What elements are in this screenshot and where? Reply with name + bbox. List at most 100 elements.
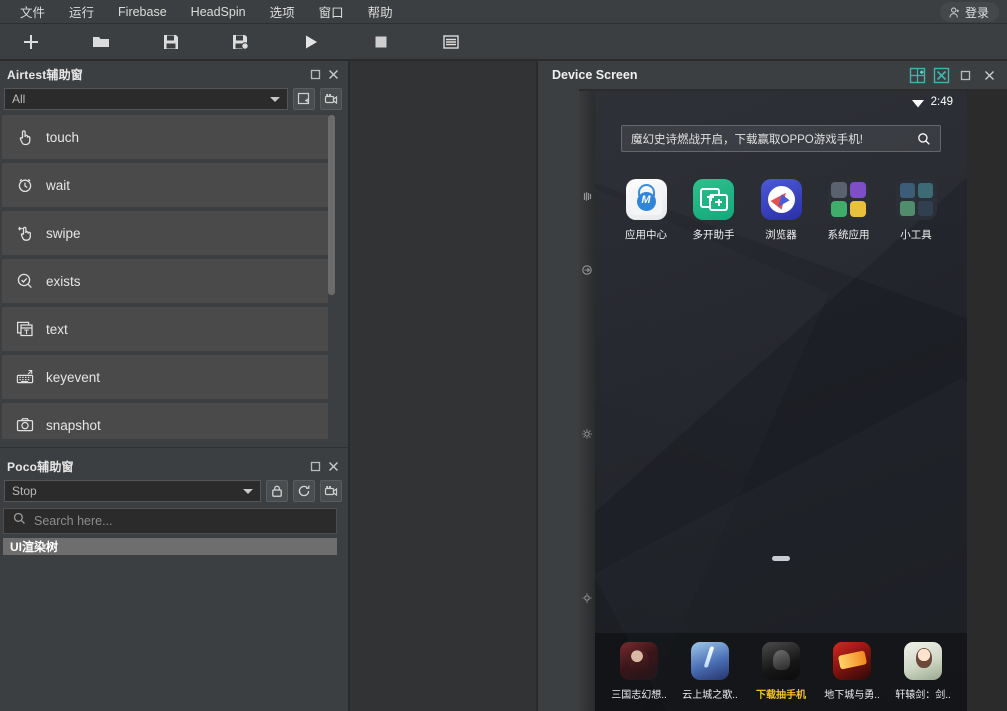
menu-item-run[interactable]: 运行	[57, 0, 106, 24]
close-icon	[328, 461, 339, 472]
poco-tree-root-row[interactable]: UI渲染树	[3, 538, 337, 555]
action-list-scroll-thumb[interactable]	[328, 115, 335, 295]
dock-item-4[interactable]: 地下城与勇..	[822, 642, 882, 701]
poco-record-button[interactable]	[320, 480, 342, 502]
login-button[interactable]: 登录	[939, 2, 999, 22]
poco-panel-title: Poco辅助窗	[7, 459, 74, 474]
airtest-panel-close-button[interactable]	[324, 65, 342, 83]
airtest-panel-float-button[interactable]	[306, 65, 324, 83]
text-window-icon	[16, 320, 34, 338]
code-editor-area[interactable]	[349, 61, 537, 711]
action-item-exists[interactable]: exists	[2, 259, 328, 303]
close-icon	[984, 70, 995, 81]
airtest-panel-header: Airtest辅助窗	[0, 61, 348, 87]
app-icon-appstore[interactable]: 应用中心	[615, 179, 677, 242]
save-as-button[interactable]	[216, 27, 266, 57]
poco-panel-header: Poco辅助窗	[0, 453, 348, 479]
touch-hand-icon	[16, 128, 34, 146]
poco-refresh-button[interactable]	[293, 480, 315, 502]
video-camera-icon	[324, 484, 338, 498]
menu-item-firebase[interactable]: Firebase	[106, 2, 179, 22]
app-store-icon	[625, 179, 667, 220]
app-icon-tools[interactable]: 小工具	[885, 179, 947, 242]
poco-tree-root-label: UI渲染树	[10, 540, 59, 554]
poco-search-input[interactable]	[34, 514, 327, 528]
airtest-record-button[interactable]	[320, 88, 342, 110]
action-item-touch[interactable]: touch	[2, 115, 328, 159]
poco-search-box[interactable]	[3, 508, 337, 534]
app-icon-browser[interactable]: 浏览器	[750, 179, 812, 242]
keyboard-icon	[16, 368, 34, 386]
device-panel-close-button[interactable]	[979, 65, 999, 85]
app-icon-multiapp[interactable]: 多开助手	[683, 179, 745, 242]
poco-panel-close-button[interactable]	[324, 457, 342, 475]
dock-item-2[interactable]: 云上城之歌..	[680, 642, 740, 701]
stop-button[interactable]	[356, 27, 406, 57]
dock-label: 云上城之歌..	[682, 690, 738, 701]
stop-icon	[374, 35, 388, 49]
volume-icon[interactable]	[580, 189, 594, 203]
action-label: exists	[46, 273, 81, 289]
device-disconnect-button[interactable]	[931, 65, 951, 85]
dock-label: 轩辕剑：剑..	[895, 690, 951, 701]
panel-splitter[interactable]	[0, 447, 348, 448]
device-add-button[interactable]	[907, 65, 927, 85]
dock-item-1[interactable]: 三国志幻想..	[609, 642, 669, 701]
poco-lock-button[interactable]	[266, 480, 288, 502]
log-view-button[interactable]	[426, 27, 476, 57]
airtest-filter-select[interactable]: All	[4, 88, 288, 110]
menu-item-window[interactable]: 窗口	[307, 0, 356, 24]
dock-item-3[interactable]: 下载抽手机	[751, 642, 811, 701]
float-window-icon	[310, 461, 321, 472]
float-window-icon	[960, 70, 971, 81]
settings-icon[interactable]	[580, 591, 594, 605]
run-button[interactable]	[286, 27, 336, 57]
airtest-screenshot-button[interactable]	[293, 88, 315, 110]
poco-panel-float-button[interactable]	[306, 457, 324, 475]
menu-item-options[interactable]: 选项	[258, 0, 307, 24]
device-search-bar[interactable]: 魔幻史诗燃战开启，下载赢取OPPO游戏手机!	[621, 125, 941, 152]
open-script-button[interactable]	[76, 27, 126, 57]
menu-item-file[interactable]: 文件	[8, 0, 57, 24]
magnifier-check-icon	[16, 272, 34, 290]
float-window-icon	[310, 69, 321, 80]
app-icon-system-apps[interactable]: 系统应用	[818, 179, 880, 242]
action-label: wait	[46, 177, 71, 193]
game-icon-xuanyuanjian	[904, 642, 942, 680]
home-page-indicator	[772, 556, 790, 561]
action-item-wait[interactable]: wait	[2, 163, 328, 207]
game-icon-dnf	[833, 642, 871, 680]
poco-panel: Poco辅助窗 Stop Search here... UI渲染树	[0, 453, 348, 711]
menu-item-help[interactable]: 帮助	[356, 0, 405, 24]
wifi-icon	[911, 97, 925, 108]
dock-item-5[interactable]: 轩辕剑：剑..	[893, 642, 953, 701]
chevron-down-icon	[270, 96, 280, 102]
back-arrow-icon[interactable]	[580, 263, 594, 277]
dock-label: 三国志幻想..	[611, 690, 667, 701]
action-label: swipe	[46, 225, 81, 241]
save-button[interactable]	[146, 27, 196, 57]
device-search-text: 魔幻史诗燃战开启，下载赢取OPPO游戏手机!	[631, 133, 863, 146]
tools-folder-icon	[895, 179, 937, 220]
device-panel-title: Device Screen	[552, 68, 638, 82]
chevron-down-icon	[243, 488, 253, 494]
device-dock: 三国志幻想.. 云上城之歌.. 下载抽手机 地下城与勇.. 轩辕剑：剑..	[595, 633, 967, 711]
device-mirror-screen[interactable]: 2:49 魔幻史诗燃战开启，下载赢取OPPO游戏手机! M 应用中心 多开助手 …	[595, 91, 967, 711]
search-icon	[13, 512, 26, 530]
main-toolbar	[0, 24, 1007, 60]
folder-open-icon	[92, 34, 110, 50]
action-item-snapshot[interactable]: snapshot	[2, 403, 328, 439]
action-item-swipe[interactable]: swipe	[2, 211, 328, 255]
new-script-button[interactable]	[6, 27, 56, 57]
device-screen-panel: Device Screen 2:49 魔幻史诗燃战开启，下载赢取OPPO游戏手机…	[538, 61, 1007, 711]
action-item-text[interactable]: text	[2, 307, 328, 351]
device-panel-float-button[interactable]	[955, 65, 975, 85]
airtest-action-list: touch wait swipe exists text keyevent sn…	[0, 115, 348, 439]
app-label: 系统应用	[827, 229, 870, 241]
poco-mode-select[interactable]: Stop	[4, 480, 261, 502]
plus-icon	[23, 34, 39, 50]
action-item-keyevent[interactable]: keyevent	[2, 355, 328, 399]
device-app-grid: 应用中心 多开助手 浏览器	[615, 179, 947, 242]
brightness-icon[interactable]	[580, 427, 594, 441]
menu-item-headspin[interactable]: HeadSpin	[179, 2, 258, 22]
